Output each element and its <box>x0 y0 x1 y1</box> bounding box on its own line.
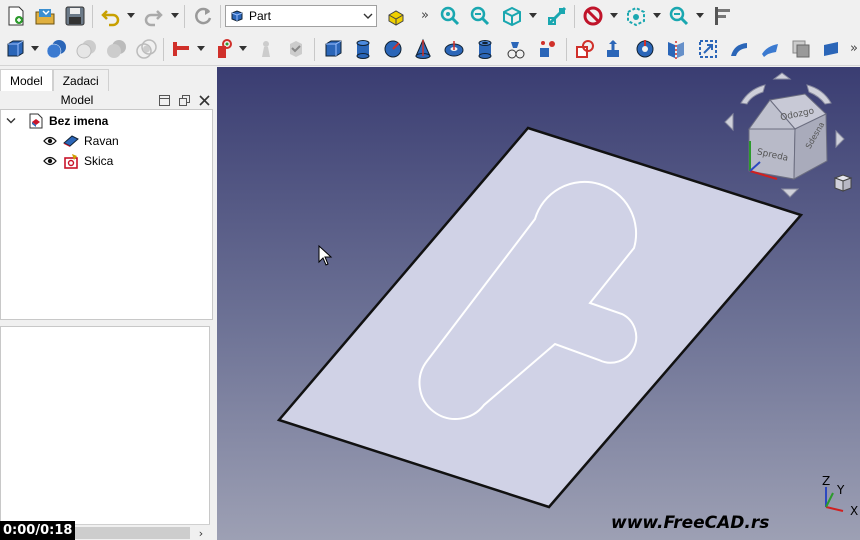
axis-z-label: Z <box>822 474 830 488</box>
tree-item-skica[interactable]: Skica <box>42 151 113 171</box>
combo-view-panel: Model Zadaci Model Bez imena Ravan Skica… <box>0 67 216 540</box>
view-fit-selection-icon[interactable] <box>467 3 493 29</box>
tree-item-document-label: Bez imena <box>49 114 109 128</box>
redo-dropdown-icon[interactable] <box>170 9 180 23</box>
ruled-surface-icon[interactable] <box>757 36 783 62</box>
new-document-icon[interactable] <box>3 3 29 29</box>
axis-cross: Z Y X <box>822 474 858 518</box>
compound-tools-icon[interactable] <box>253 36 279 62</box>
navcube-arrow-up-icon[interactable] <box>772 72 792 80</box>
eye-icon[interactable] <box>42 133 58 149</box>
split-features-icon[interactable] <box>210 36 236 62</box>
navcube-arrow-left-icon[interactable] <box>724 112 734 132</box>
tree-item-document[interactable]: Bez imena <box>3 111 108 131</box>
thickness-icon[interactable] <box>818 36 844 62</box>
workbench-selector-value: Part <box>249 9 272 23</box>
undo-dropdown-icon[interactable] <box>126 9 136 23</box>
plane-face[interactable] <box>276 126 804 509</box>
scroll-right-icon[interactable]: › <box>194 525 208 540</box>
measure-distance-icon[interactable] <box>709 3 735 29</box>
make-face-icon[interactable] <box>726 36 752 62</box>
check-geometry-icon[interactable] <box>283 36 309 62</box>
float-panel-icon[interactable] <box>174 91 194 109</box>
measure-icon[interactable] <box>544 3 570 29</box>
axis-y-label: Y <box>836 483 845 497</box>
tree-item-skica-label: Skica <box>84 154 114 168</box>
mouse-cursor-icon <box>318 244 333 266</box>
open-document-icon[interactable] <box>32 3 58 29</box>
navigation-cube[interactable]: Odozgo Spreda Sdesna <box>724 72 853 198</box>
property-view[interactable] <box>0 326 210 526</box>
undo-icon[interactable] <box>98 3 124 29</box>
cone-icon[interactable] <box>410 36 436 62</box>
cut-icon[interactable] <box>74 36 100 62</box>
draw-style-icon[interactable] <box>580 3 606 29</box>
part-toolbar: » <box>0 33 860 66</box>
primitives-icon[interactable] <box>2 36 28 62</box>
toolbar-overflow-1[interactable]: » <box>421 8 429 23</box>
workbench-selector[interactable]: Part <box>225 5 377 27</box>
primitives-dropdown-icon[interactable] <box>30 42 40 56</box>
collapse-panel-icon[interactable] <box>154 91 174 109</box>
tab-model[interactable]: Model <box>0 69 53 92</box>
view-fit-all-icon[interactable] <box>437 3 463 29</box>
playback-time: 0:00/0:18 <box>0 521 76 540</box>
common-icon[interactable] <box>134 36 160 62</box>
join-features-icon[interactable] <box>168 36 194 62</box>
draw-style-dropdown-icon[interactable] <box>609 9 619 23</box>
navcube-arrow-right-icon[interactable] <box>835 129 845 149</box>
bounding-box-icon[interactable] <box>623 3 649 29</box>
mirror-icon[interactable] <box>632 36 658 62</box>
document-icon <box>28 113 44 129</box>
torus-icon[interactable] <box>441 36 467 62</box>
sketch-icon <box>63 153 79 169</box>
file-toolbar: Part » <box>0 0 860 33</box>
model-header: Model <box>0 91 214 109</box>
extrude-icon[interactable] <box>572 36 598 62</box>
close-panel-icon[interactable] <box>194 91 214 109</box>
save-icon[interactable] <box>62 3 88 29</box>
split-dropdown-icon[interactable] <box>238 42 248 56</box>
tab-tasks[interactable]: Zadaci <box>52 69 109 91</box>
macro-icon[interactable] <box>383 3 409 29</box>
model-tree: Bez imena Ravan Skica <box>0 109 213 320</box>
fuse-icon[interactable] <box>104 36 130 62</box>
fillet-icon[interactable] <box>663 36 689 62</box>
navcube-menu-icon[interactable] <box>833 174 853 192</box>
bounding-box-dropdown-icon[interactable] <box>652 9 662 23</box>
revolve-icon[interactable] <box>602 36 628 62</box>
3d-view[interactable]: Odozgo Spreda Sdesna Z Y X www.FreeCAD.r… <box>217 67 860 540</box>
tree-item-ravan[interactable]: Ravan <box>42 131 119 151</box>
zoom-out-icon[interactable] <box>666 3 692 29</box>
navcube-rotate-left-icon[interactable] <box>740 84 766 105</box>
view-axonometric-icon[interactable] <box>499 3 525 29</box>
zoom-dropdown-icon[interactable] <box>695 9 705 23</box>
redo-icon[interactable] <box>140 3 166 29</box>
navcube-arrow-down-icon[interactable] <box>780 188 800 198</box>
axis-x-label: X <box>850 504 858 518</box>
tree-item-ravan-label: Ravan <box>84 134 119 148</box>
boolean-icon[interactable] <box>44 36 70 62</box>
offset-icon[interactable] <box>788 36 814 62</box>
create-primitives-icon[interactable] <box>503 36 529 62</box>
panel-tabs: Model Zadaci <box>0 69 109 92</box>
3d-scene[interactable]: Odozgo Spreda Sdesna Z Y X <box>217 67 860 540</box>
chamfer-icon[interactable] <box>695 36 721 62</box>
shape-builder-icon[interactable] <box>535 36 561 62</box>
part-workbench-icon <box>231 10 243 22</box>
eye-icon[interactable] <box>42 153 58 169</box>
plane-icon <box>63 133 79 149</box>
cylinder-icon[interactable] <box>350 36 376 62</box>
tube-icon[interactable] <box>472 36 498 62</box>
watermark: www.FreeCAD.rs <box>611 513 770 533</box>
toolbar-overflow-2[interactable]: » <box>850 41 858 56</box>
join-dropdown-icon[interactable] <box>196 42 206 56</box>
box-icon[interactable] <box>320 36 346 62</box>
sphere-icon[interactable] <box>380 36 406 62</box>
chevron-down-icon[interactable] <box>3 113 19 129</box>
chevron-down-icon <box>360 6 376 26</box>
view-menu-dropdown-icon[interactable] <box>528 9 538 23</box>
model-header-title: Model <box>60 93 94 107</box>
refresh-icon[interactable] <box>190 3 216 29</box>
